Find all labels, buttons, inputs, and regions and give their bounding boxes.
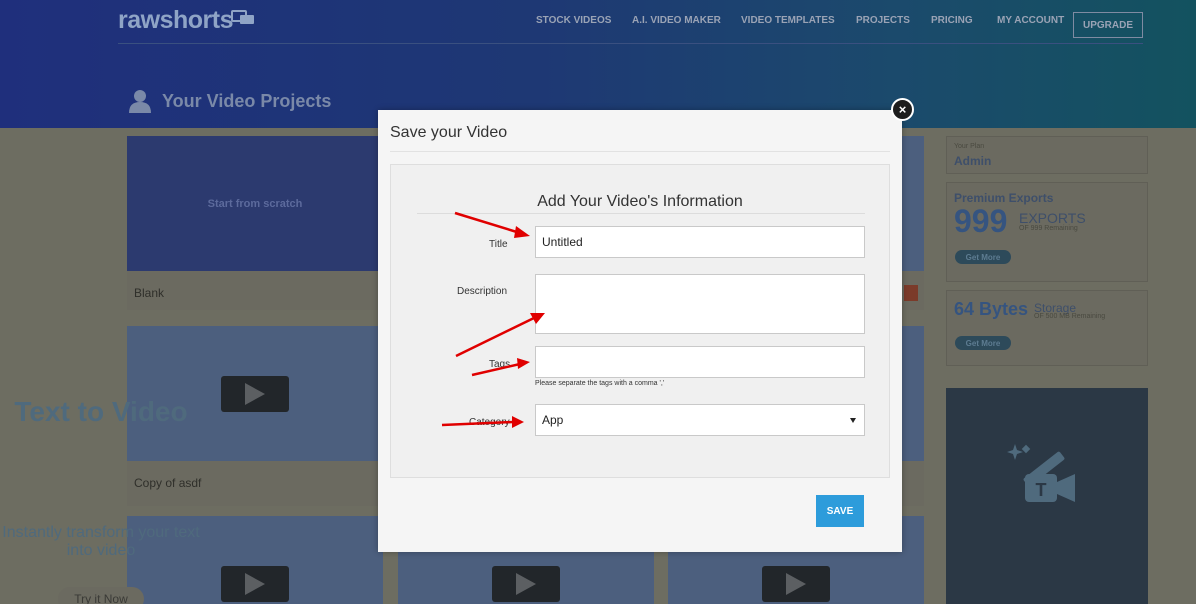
card-thumbnail[interactable] — [127, 326, 383, 461]
svg-text:T: T — [1036, 480, 1047, 500]
project-card-blank[interactable]: Start from scratch Blank — [127, 136, 383, 310]
storage-box: 64 Bytes Storage OF 500 MB Remaining Get… — [946, 290, 1148, 366]
tags-label: Tags — [489, 359, 511, 370]
title-input[interactable]: Untitled — [535, 226, 865, 258]
plan-value: Admin — [954, 154, 992, 168]
description-textarea[interactable] — [535, 274, 865, 334]
card-thumbnail[interactable]: Start from scratch — [127, 136, 383, 271]
page-title-text: Your Video Projects — [162, 90, 332, 111]
save-video-modal: Save your Video Add Your Video's Informa… — [378, 110, 902, 552]
play-icon[interactable] — [221, 375, 289, 412]
description-label: Description — [457, 286, 508, 297]
logo[interactable]: rawshorts — [118, 6, 233, 35]
tags-input[interactable] — [535, 346, 865, 378]
nav-pricing[interactable]: PRICING — [931, 15, 973, 26]
exports-box: Premium Exports 999 EXPORTS OF 999 Remai… — [946, 182, 1148, 282]
panel-divider — [417, 213, 865, 214]
category-selected-value: App — [542, 413, 564, 427]
nav-video-templates[interactable]: VIDEO TEMPLATES — [741, 15, 835, 26]
promo-title: Text to Video — [14, 396, 188, 427]
magic-wand-video-icon: T — [1007, 444, 1075, 502]
nav-stock-videos[interactable]: STOCK VIDEOS — [536, 15, 611, 26]
close-icon[interactable]: × — [891, 98, 914, 121]
storage-value: 64 Bytes — [954, 299, 1029, 319]
nav-divider — [118, 43, 1143, 44]
get-more-exports-button[interactable]: Get More — [955, 250, 1011, 264]
nav-ai-video-maker[interactable]: A.I. VIDEO MAKER — [632, 15, 721, 26]
upgrade-button[interactable]: UPGRADE — [1073, 12, 1143, 38]
chevron-down-icon — [850, 418, 856, 423]
card-title[interactable]: Copy of asdf — [134, 476, 201, 490]
tags-hint: Please separate the tags with a comma ',… — [535, 380, 665, 387]
plan-box: Your Plan Admin — [946, 136, 1148, 174]
card-title[interactable]: Blank — [134, 286, 164, 300]
start-from-scratch-label: Start from scratch — [207, 197, 303, 210]
page-title: Your Video Projects — [128, 89, 331, 113]
plan-label: Your Plan — [954, 143, 985, 150]
try-it-now-button[interactable]: Try it Now — [58, 587, 144, 604]
promo-text: Instantly transform your text into video — [2, 524, 200, 559]
play-icon[interactable] — [492, 566, 560, 602]
get-more-storage-button[interactable]: Get More — [955, 336, 1011, 350]
storage-remaining: OF 500 MB Remaining — [1034, 313, 1106, 320]
modal-title: Save your Video — [390, 124, 508, 141]
title-label: Title — [489, 239, 508, 250]
user-icon — [129, 90, 151, 113]
chat-bubble-icon — [231, 10, 254, 24]
exports-remaining: OF 999 Remaining — [1019, 225, 1078, 232]
nav-my-account[interactable]: MY ACCOUNT — [997, 15, 1064, 26]
exports-count: 999 — [954, 203, 1008, 239]
category-select[interactable]: App — [535, 404, 865, 436]
nav-projects[interactable]: PROJECTS — [856, 15, 910, 26]
play-icon[interactable] — [762, 566, 830, 602]
card-footer — [127, 271, 383, 310]
html5-icon — [904, 285, 918, 301]
panel-title: Add Your Video's Information — [537, 193, 743, 210]
video-info-panel: Add Your Video's Information Title Untit… — [390, 164, 890, 478]
play-icon[interactable] — [221, 566, 289, 602]
modal-divider — [390, 151, 890, 152]
exports-unit: EXPORTS — [1019, 210, 1086, 226]
save-button[interactable]: SAVE — [816, 495, 864, 527]
category-label: Category — [469, 417, 510, 428]
